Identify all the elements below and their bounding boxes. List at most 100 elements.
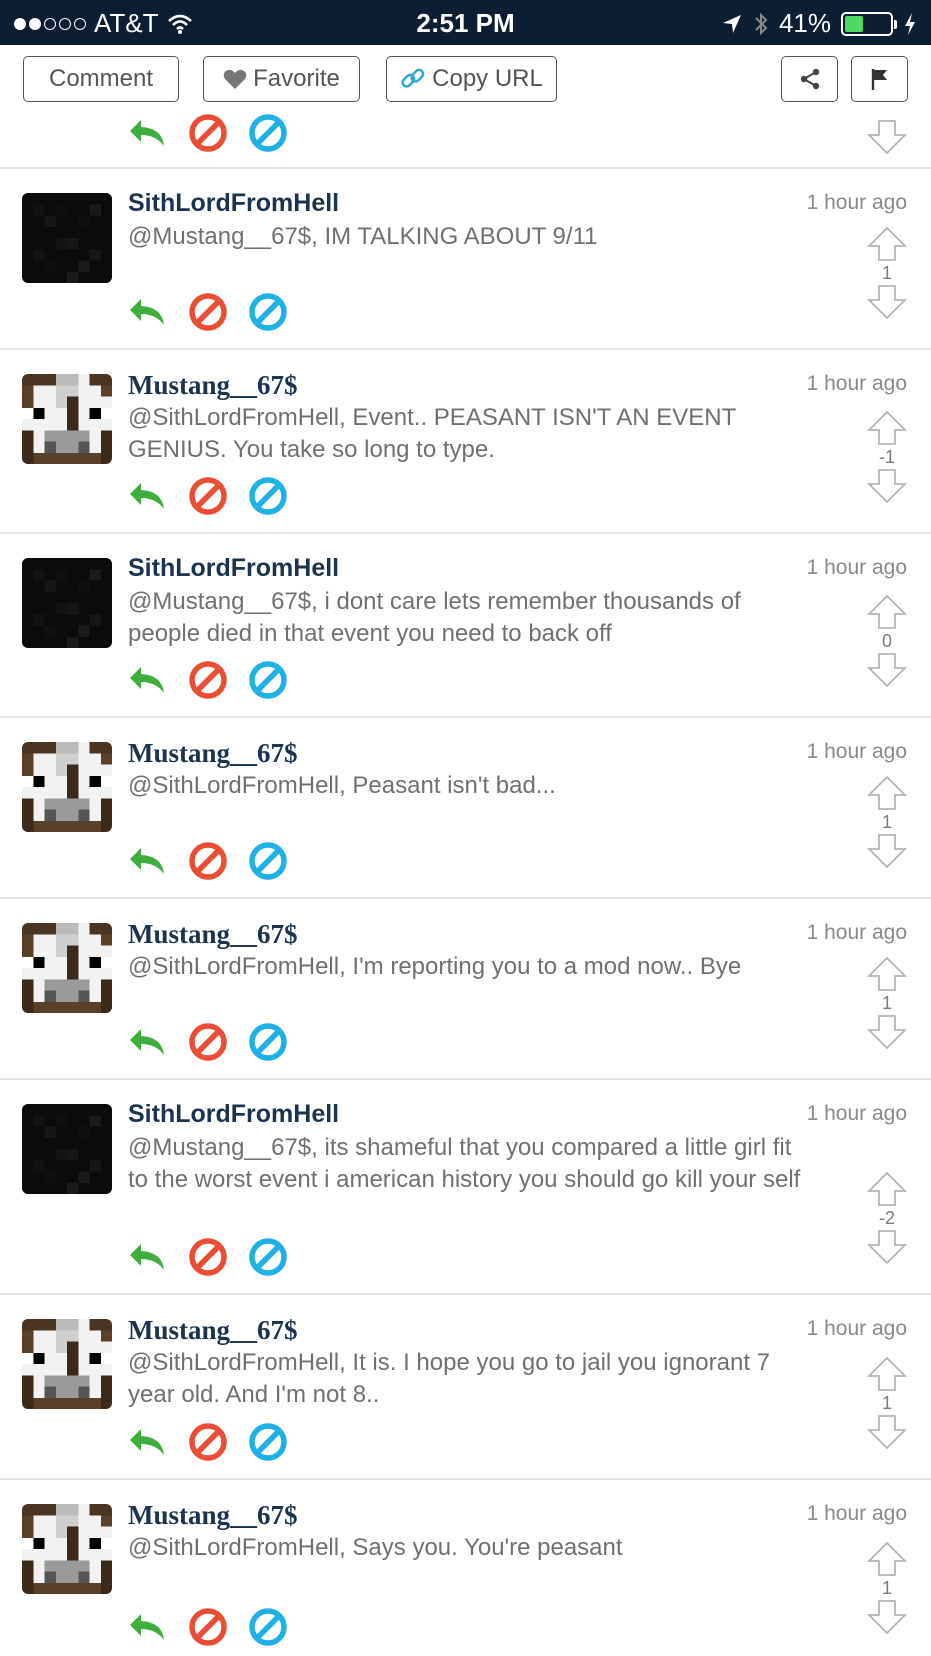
comment-timestamp: 1 hour ago (806, 921, 907, 944)
avatar[interactable] (22, 1319, 112, 1409)
comment-item: SithLordFromHell 1 hour ago @Mustang__67$,… (0, 534, 931, 718)
comment-author[interactable]: SithLordFromHell (128, 554, 339, 583)
vote-score: 1 (881, 1393, 892, 1413)
comment-text: @SithLordFromHell, Says you. You're peas… (128, 1534, 623, 1561)
block-icon[interactable] (188, 1607, 228, 1647)
upvote-icon[interactable] (867, 956, 907, 992)
comment-author[interactable]: Mustang__67$ (128, 370, 298, 401)
upvote-icon[interactable] (867, 594, 907, 630)
avatar-image (22, 1504, 112, 1594)
downvote-icon[interactable] (867, 284, 907, 320)
downvote-icon[interactable] (867, 833, 907, 869)
flag-icon (871, 69, 887, 90)
downvote-icon[interactable] (867, 1229, 907, 1265)
reply-icon[interactable] (128, 1025, 168, 1059)
upvote-icon[interactable] (867, 1356, 907, 1392)
upvote-icon[interactable] (867, 1171, 907, 1207)
hide-icon[interactable] (248, 1022, 288, 1062)
reply-icon[interactable] (128, 479, 168, 513)
comment-author[interactable]: Mustang__67$ (128, 919, 298, 950)
downvote-icon[interactable] (867, 1014, 907, 1050)
copy-url-button-label: Copy URL (432, 65, 543, 92)
hide-icon[interactable] (248, 476, 288, 516)
comment-actions (128, 1607, 288, 1647)
avatar[interactable] (22, 1104, 112, 1194)
vote-control: 0 (867, 594, 907, 688)
block-icon[interactable] (188, 1237, 228, 1277)
comment-actions (128, 1022, 288, 1062)
comment-author[interactable]: Mustang__67$ (128, 738, 298, 769)
reply-icon[interactable] (128, 1240, 168, 1274)
block-icon[interactable] (188, 1422, 228, 1462)
action-toolbar: Comment Favorite Copy URL (0, 45, 931, 115)
avatar[interactable] (22, 742, 112, 832)
upvote-icon[interactable] (867, 226, 907, 262)
upvote-icon[interactable] (867, 775, 907, 811)
block-icon[interactable] (188, 113, 228, 153)
status-icons: 41% (721, 8, 917, 39)
downvote-icon[interactable] (867, 119, 907, 155)
downvote-icon[interactable] (867, 1599, 907, 1635)
avatar[interactable] (22, 558, 112, 648)
comment-timestamp: 1 hour ago (806, 1102, 907, 1125)
downvote-icon[interactable] (867, 652, 907, 688)
vote-score: 1 (881, 993, 892, 1013)
comment-author[interactable]: SithLordFromHell (128, 1100, 339, 1129)
comment-author[interactable]: Mustang__67$ (128, 1500, 298, 1531)
favorite-button-label: Favorite (253, 65, 340, 92)
hide-icon[interactable] (248, 1237, 288, 1277)
copy-url-button[interactable]: Copy URL (386, 56, 557, 102)
downvote-icon[interactable] (867, 468, 907, 504)
avatar[interactable] (22, 193, 112, 283)
hide-icon[interactable] (248, 841, 288, 881)
hide-icon[interactable] (248, 1607, 288, 1647)
avatar-image (22, 193, 112, 283)
reply-icon[interactable] (128, 1425, 168, 1459)
reply-icon[interactable] (128, 295, 168, 329)
reply-icon[interactable] (128, 116, 168, 150)
comment-actions (128, 1237, 288, 1277)
block-icon[interactable] (188, 660, 228, 700)
vote-control: -2 (867, 1171, 907, 1265)
vote-score: -2 (878, 1208, 895, 1228)
comment-item: Mustang__67$ 1 hour ago @SithLordFromHell,… (0, 899, 931, 1080)
hide-icon[interactable] (248, 660, 288, 700)
previous-comment-actions (0, 115, 931, 169)
comment-text: @SithLordFromHell, I'm reporting you to … (128, 953, 742, 980)
block-icon[interactable] (188, 292, 228, 332)
avatar[interactable] (22, 1504, 112, 1594)
upvote-icon[interactable] (867, 410, 907, 446)
block-icon[interactable] (188, 476, 228, 516)
comment-author[interactable]: SithLordFromHell (128, 189, 339, 218)
reply-icon[interactable] (128, 663, 168, 697)
comment-actions (128, 476, 288, 516)
favorite-button[interactable]: Favorite (203, 56, 360, 102)
comment-author[interactable]: Mustang__67$ (128, 1315, 298, 1346)
comment-item: Mustang__67$ 1 hour ago @SithLordFromHell,… (0, 350, 931, 534)
hide-icon[interactable] (248, 292, 288, 332)
block-icon[interactable] (188, 1022, 228, 1062)
vote-score: 1 (881, 263, 892, 283)
share-button[interactable] (781, 56, 838, 102)
avatar-image (22, 1104, 112, 1194)
vote-control: 1 (867, 956, 907, 1050)
battery-percent: 41% (778, 8, 831, 38)
battery-icon (841, 11, 897, 36)
vote-control: 1 (867, 226, 907, 320)
reply-icon[interactable] (128, 844, 168, 878)
flag-button[interactable] (851, 56, 908, 102)
avatar-image (22, 1319, 112, 1409)
comment-button[interactable]: Comment (23, 56, 179, 102)
avatar[interactable] (22, 923, 112, 1013)
hide-icon[interactable] (248, 113, 288, 153)
block-icon[interactable] (188, 841, 228, 881)
avatar[interactable] (22, 374, 112, 464)
comment-timestamp: 1 hour ago (806, 740, 907, 763)
downvote-icon[interactable] (867, 1414, 907, 1450)
bluetooth-icon (755, 12, 768, 35)
hide-icon[interactable] (248, 1422, 288, 1462)
comment-timestamp: 1 hour ago (806, 372, 907, 395)
upvote-icon[interactable] (867, 1541, 907, 1577)
reply-icon[interactable] (128, 1610, 168, 1644)
location-arrow-icon (722, 14, 741, 33)
